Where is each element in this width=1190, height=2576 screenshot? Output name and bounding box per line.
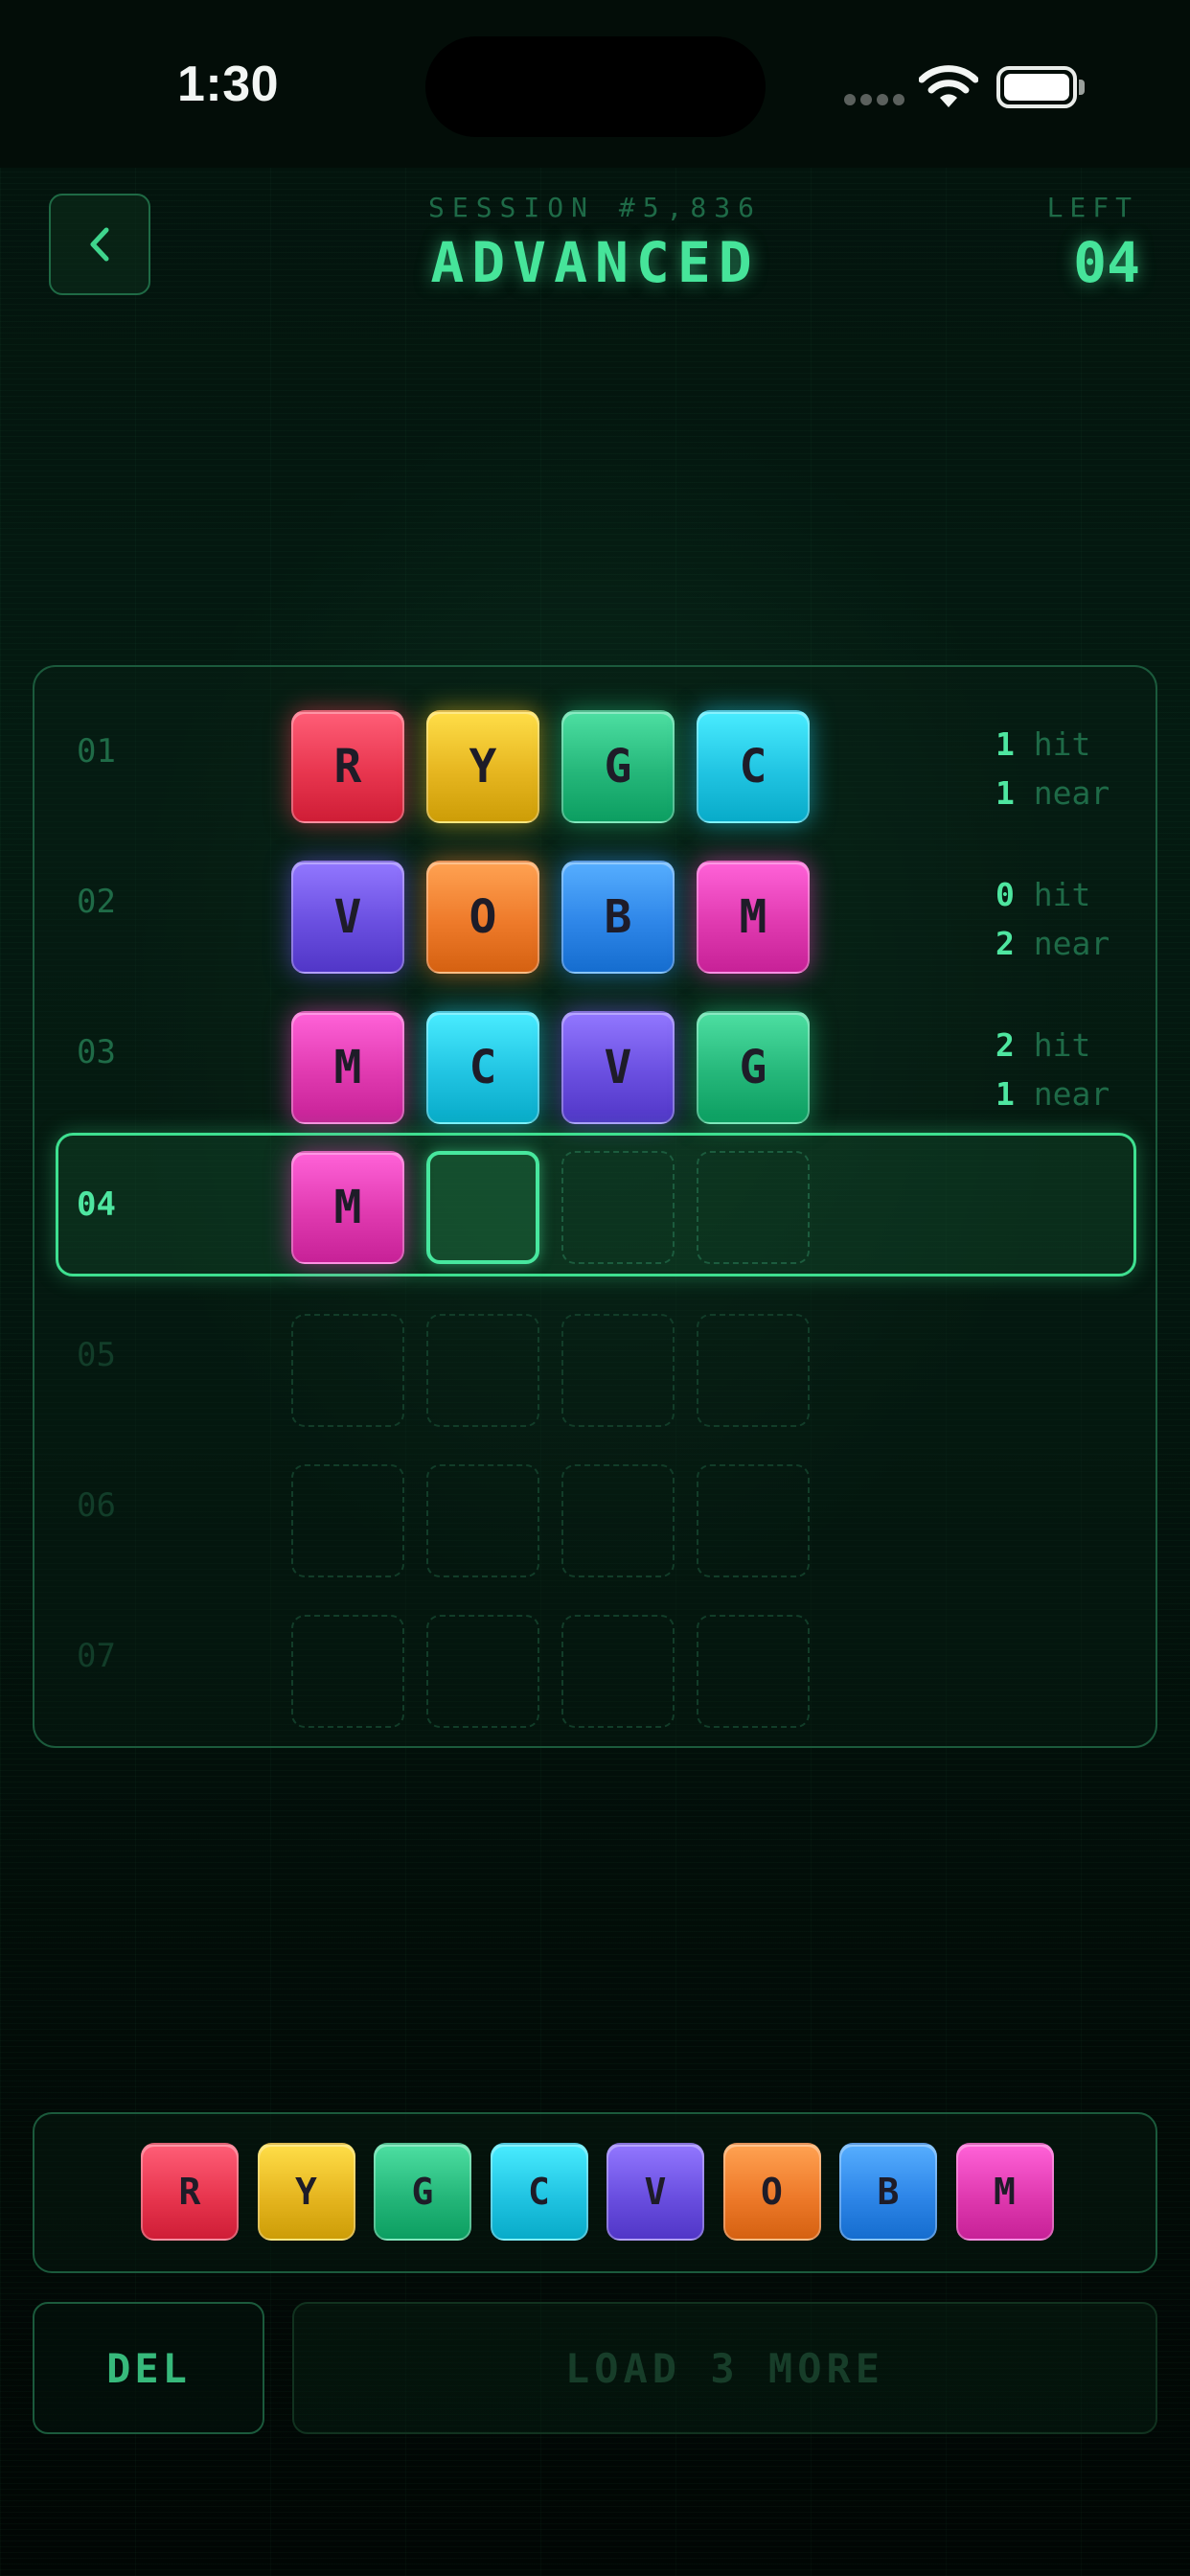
near-count: 2 [995,925,1015,962]
mode-title: ADVANCED [430,230,760,295]
guess-row: 05 [56,1283,1136,1427]
code-peg: O [426,861,539,974]
code-peg: M [697,861,810,974]
dynamic-island [425,36,766,137]
code-peg: Y [426,710,539,823]
status-bar: 1:30 [0,0,1190,168]
empty-slot [697,1615,810,1728]
active-slot[interactable] [426,1151,539,1264]
row-number: 02 [77,883,116,921]
row-number: 03 [77,1033,116,1071]
empty-slot [426,1464,539,1577]
empty-slot [561,1615,675,1728]
hit-count: 0 [995,876,1015,913]
hit-count: 1 [995,725,1015,763]
guess-row: 04 M [56,1133,1136,1276]
code-peg: G [697,1011,810,1124]
cellular-signal-icon [844,94,905,105]
guess-board: 01 R Y G C 1 hit 1 near 02 V O B M 0 hit 2 near 03 M C V G… [33,665,1157,1748]
empty-slot [697,1464,810,1577]
palette-color-g[interactable]: G [374,2143,471,2241]
guess-row: 07 [56,1584,1136,1728]
empty-slot[interactable] [561,1151,675,1264]
battery-icon [996,66,1077,108]
code-peg: C [697,710,810,823]
palette-color-r[interactable]: R [141,2143,239,2241]
near-label: near [1033,774,1110,812]
guess-row: 03 M C V G 2 hit 1 near [56,980,1136,1124]
load-more-button[interactable]: LOAD 3 MORE [292,2302,1157,2434]
left-label: LEFT [1046,192,1138,223]
row-feedback: 1 hit 1 near [995,720,1110,817]
delete-button[interactable]: DEL [33,2302,264,2434]
code-peg[interactable]: M [291,1151,404,1264]
guess-row: 01 R Y G C 1 hit 1 near [56,679,1136,823]
wifi-icon [918,63,979,109]
app-screen: { "status_bar": { "time": "1:30", "wifi_… [0,0,1190,2576]
row-number: 01 [77,732,116,770]
code-peg: R [291,710,404,823]
hit-count: 2 [995,1026,1015,1064]
empty-slot[interactable] [697,1151,810,1264]
row-number: 06 [77,1486,116,1525]
hit-label: hit [1033,1026,1091,1064]
palette-color-y[interactable]: Y [257,2143,355,2241]
guess-row: 02 V O B M 0 hit 2 near [56,830,1136,974]
row-number: 04 [77,1185,116,1224]
empty-slot [561,1314,675,1427]
code-peg: C [426,1011,539,1124]
palette-color-v[interactable]: V [606,2143,704,2241]
palette-color-o[interactable]: O [722,2143,821,2241]
code-peg: G [561,710,675,823]
near-count: 1 [995,774,1015,812]
near-count: 1 [995,1075,1015,1113]
empty-slot [291,1615,404,1728]
row-number: 05 [77,1336,116,1374]
left-counter: 04 [1073,230,1140,295]
palette-color-c[interactable]: C [490,2143,588,2241]
empty-slot [291,1464,404,1577]
code-peg: V [561,1011,675,1124]
code-peg: B [561,861,675,974]
empty-slot [561,1464,675,1577]
palette-color-b[interactable]: B [839,2143,937,2241]
near-label: near [1033,1075,1110,1113]
empty-slot [426,1615,539,1728]
code-peg: V [291,861,404,974]
palette-color-m[interactable]: M [955,2143,1054,2241]
row-feedback: 2 hit 1 near [995,1021,1110,1118]
empty-slot [291,1314,404,1427]
row-feedback: 0 hit 2 near [995,870,1110,968]
color-palette: RYGCVOBM [33,2112,1157,2273]
near-label: near [1033,925,1110,962]
hit-label: hit [1033,725,1091,763]
status-time: 1:30 [177,57,280,112]
row-number: 07 [77,1637,116,1675]
empty-slot [426,1314,539,1427]
guess-row: 06 [56,1434,1136,1577]
code-peg: M [291,1011,404,1124]
session-label: SESSION #5,836 [427,192,762,223]
empty-slot [697,1314,810,1427]
battery-tip [1079,80,1085,95]
hit-label: hit [1033,876,1091,913]
